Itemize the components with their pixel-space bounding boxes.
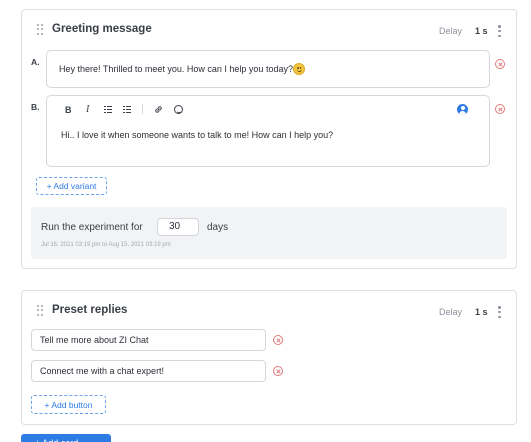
add-button-button[interactable]: + Add button <box>31 395 106 414</box>
card-title: Preset replies <box>52 304 128 316</box>
personalize-user-icon[interactable] <box>457 104 468 115</box>
add-card-button[interactable]: + Add card <box>21 434 111 442</box>
more-options-icon[interactable] <box>498 306 501 318</box>
variant-b-text: Hi.. I love it when someone wants to tal… <box>61 130 334 140</box>
experiment-panel <box>31 207 507 259</box>
remove-variant-b-icon[interactable] <box>495 104 505 114</box>
remove-reply-icon[interactable] <box>273 366 283 376</box>
delay-value[interactable]: 1 s <box>475 26 488 36</box>
smiling-face-emoji-icon <box>293 63 305 75</box>
italic-icon[interactable]: I <box>86 105 89 115</box>
remove-variant-a-icon[interactable] <box>495 59 505 69</box>
numbered-list-icon[interactable] <box>123 106 131 113</box>
variant-a-letter: A. <box>31 57 40 67</box>
variant-b-letter: B. <box>31 102 40 112</box>
experiment-label: Run the experiment for <box>41 222 143 233</box>
bold-icon[interactable]: B <box>65 105 72 115</box>
preset-reply-input[interactable]: Tell me more about ZI Chat <box>31 329 266 351</box>
add-variant-button[interactable]: + Add variant <box>36 177 107 195</box>
more-options-icon[interactable] <box>498 25 501 37</box>
link-icon[interactable] <box>154 105 163 114</box>
experiment-days-unit: days <box>207 222 229 233</box>
preset-reply-input[interactable]: Connect me with a chat expert! <box>31 360 266 382</box>
experiment-days-input[interactable]: 30 <box>157 218 199 236</box>
emoji-picker-icon[interactable] <box>174 105 183 114</box>
toolbar-divider <box>142 104 143 114</box>
drag-handle-icon[interactable] <box>37 24 43 35</box>
remove-reply-icon[interactable] <box>273 335 283 345</box>
delay-value[interactable]: 1 s <box>475 307 488 317</box>
delay-label: Delay <box>439 26 463 36</box>
delay-label: Delay <box>439 307 463 317</box>
bulleted-list-icon[interactable] <box>104 106 112 113</box>
experiment-date-range: Jul 16, 2021 03:19 pm to Aug 15, 2021 03… <box>41 242 171 248</box>
drag-handle-icon[interactable] <box>37 305 43 316</box>
variant-a-text: Hey there! Thrilled to meet you. How can… <box>59 64 293 74</box>
card-title: Greeting message <box>52 23 152 35</box>
